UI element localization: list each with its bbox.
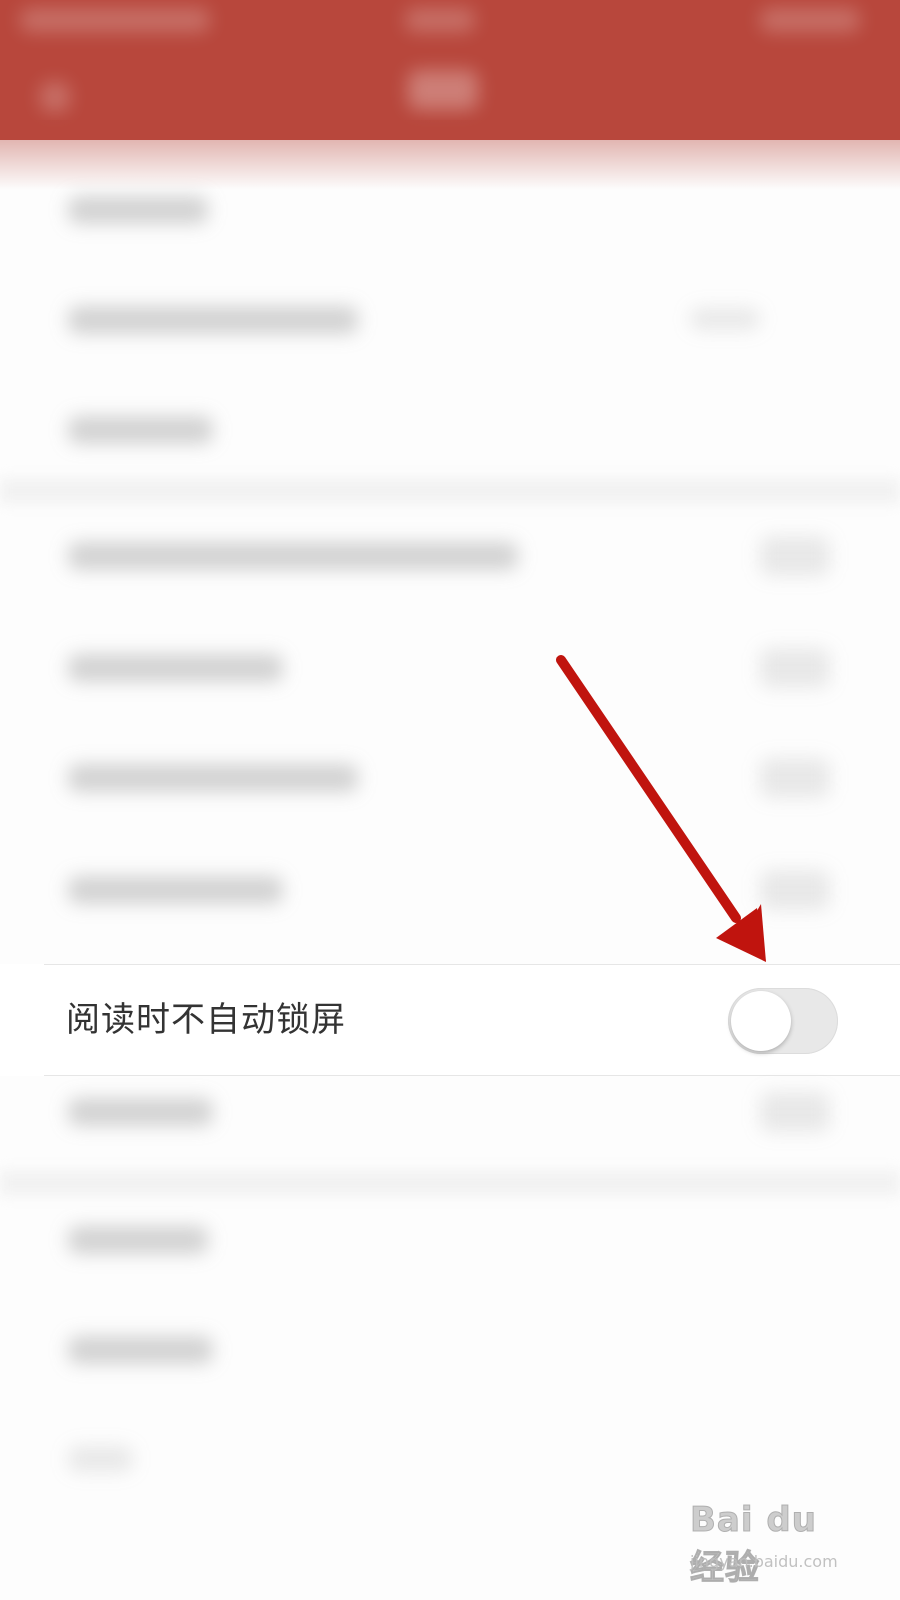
blurred-row-5[interactable] — [68, 654, 283, 682]
blurred-status-center — [405, 8, 475, 32]
blurred-header-title — [408, 70, 478, 110]
blurred-row-4[interactable] — [68, 542, 518, 570]
blurred-status-left — [20, 8, 210, 32]
blurred-row-3[interactable] — [68, 416, 213, 444]
blurred-status-right — [760, 8, 860, 32]
blurred-back-icon[interactable] — [40, 82, 70, 112]
row-divider-bottom — [44, 1075, 900, 1076]
blurred-header — [0, 0, 900, 140]
blurred-row-10[interactable] — [68, 1226, 208, 1254]
blurred-row-12[interactable] — [68, 1446, 133, 1472]
blurred-toggle-7[interactable] — [760, 870, 830, 910]
no-auto-lock-toggle[interactable] — [728, 988, 838, 1054]
blurred-row-2-value — [690, 308, 760, 330]
blurred-row-11[interactable] — [68, 1336, 213, 1364]
setting-label-no-auto-lock: 阅读时不自动锁屏 — [66, 1000, 346, 1040]
toggle-knob — [731, 991, 791, 1051]
blurred-row-2[interactable] — [68, 306, 358, 334]
arrow-head — [716, 908, 766, 962]
row-divider-top — [44, 964, 900, 965]
setting-row-no-auto-lock: 阅读时不自动锁屏 — [0, 964, 900, 1076]
blurred-row-1[interactable] — [68, 196, 208, 224]
blurred-toggle-6[interactable] — [760, 758, 830, 798]
arrow-shaft — [556, 655, 741, 923]
blurred-row-9[interactable] — [68, 1098, 213, 1126]
blurred-row-7[interactable] — [68, 876, 283, 904]
header-fade — [0, 120, 900, 190]
section-gap-1 — [0, 478, 900, 504]
watermark-url: jingyan.baidu.com — [690, 1552, 838, 1571]
watermark-logo: Bai du 经验 — [690, 1500, 817, 1589]
blurred-toggle-4[interactable] — [760, 536, 830, 576]
settings-screen: 阅读时不自动锁屏 Bai du 经验 jingyan.baidu.com — [0, 0, 900, 1600]
blurred-toggle-9[interactable] — [760, 1092, 830, 1132]
blurred-row-6[interactable] — [68, 764, 358, 792]
arrow-head-tip — [748, 904, 766, 962]
blurred-toggle-5[interactable] — [760, 648, 830, 688]
section-gap-2 — [0, 1170, 900, 1196]
watermark: Bai du 经验 jingyan.baidu.com — [690, 1500, 860, 1589]
